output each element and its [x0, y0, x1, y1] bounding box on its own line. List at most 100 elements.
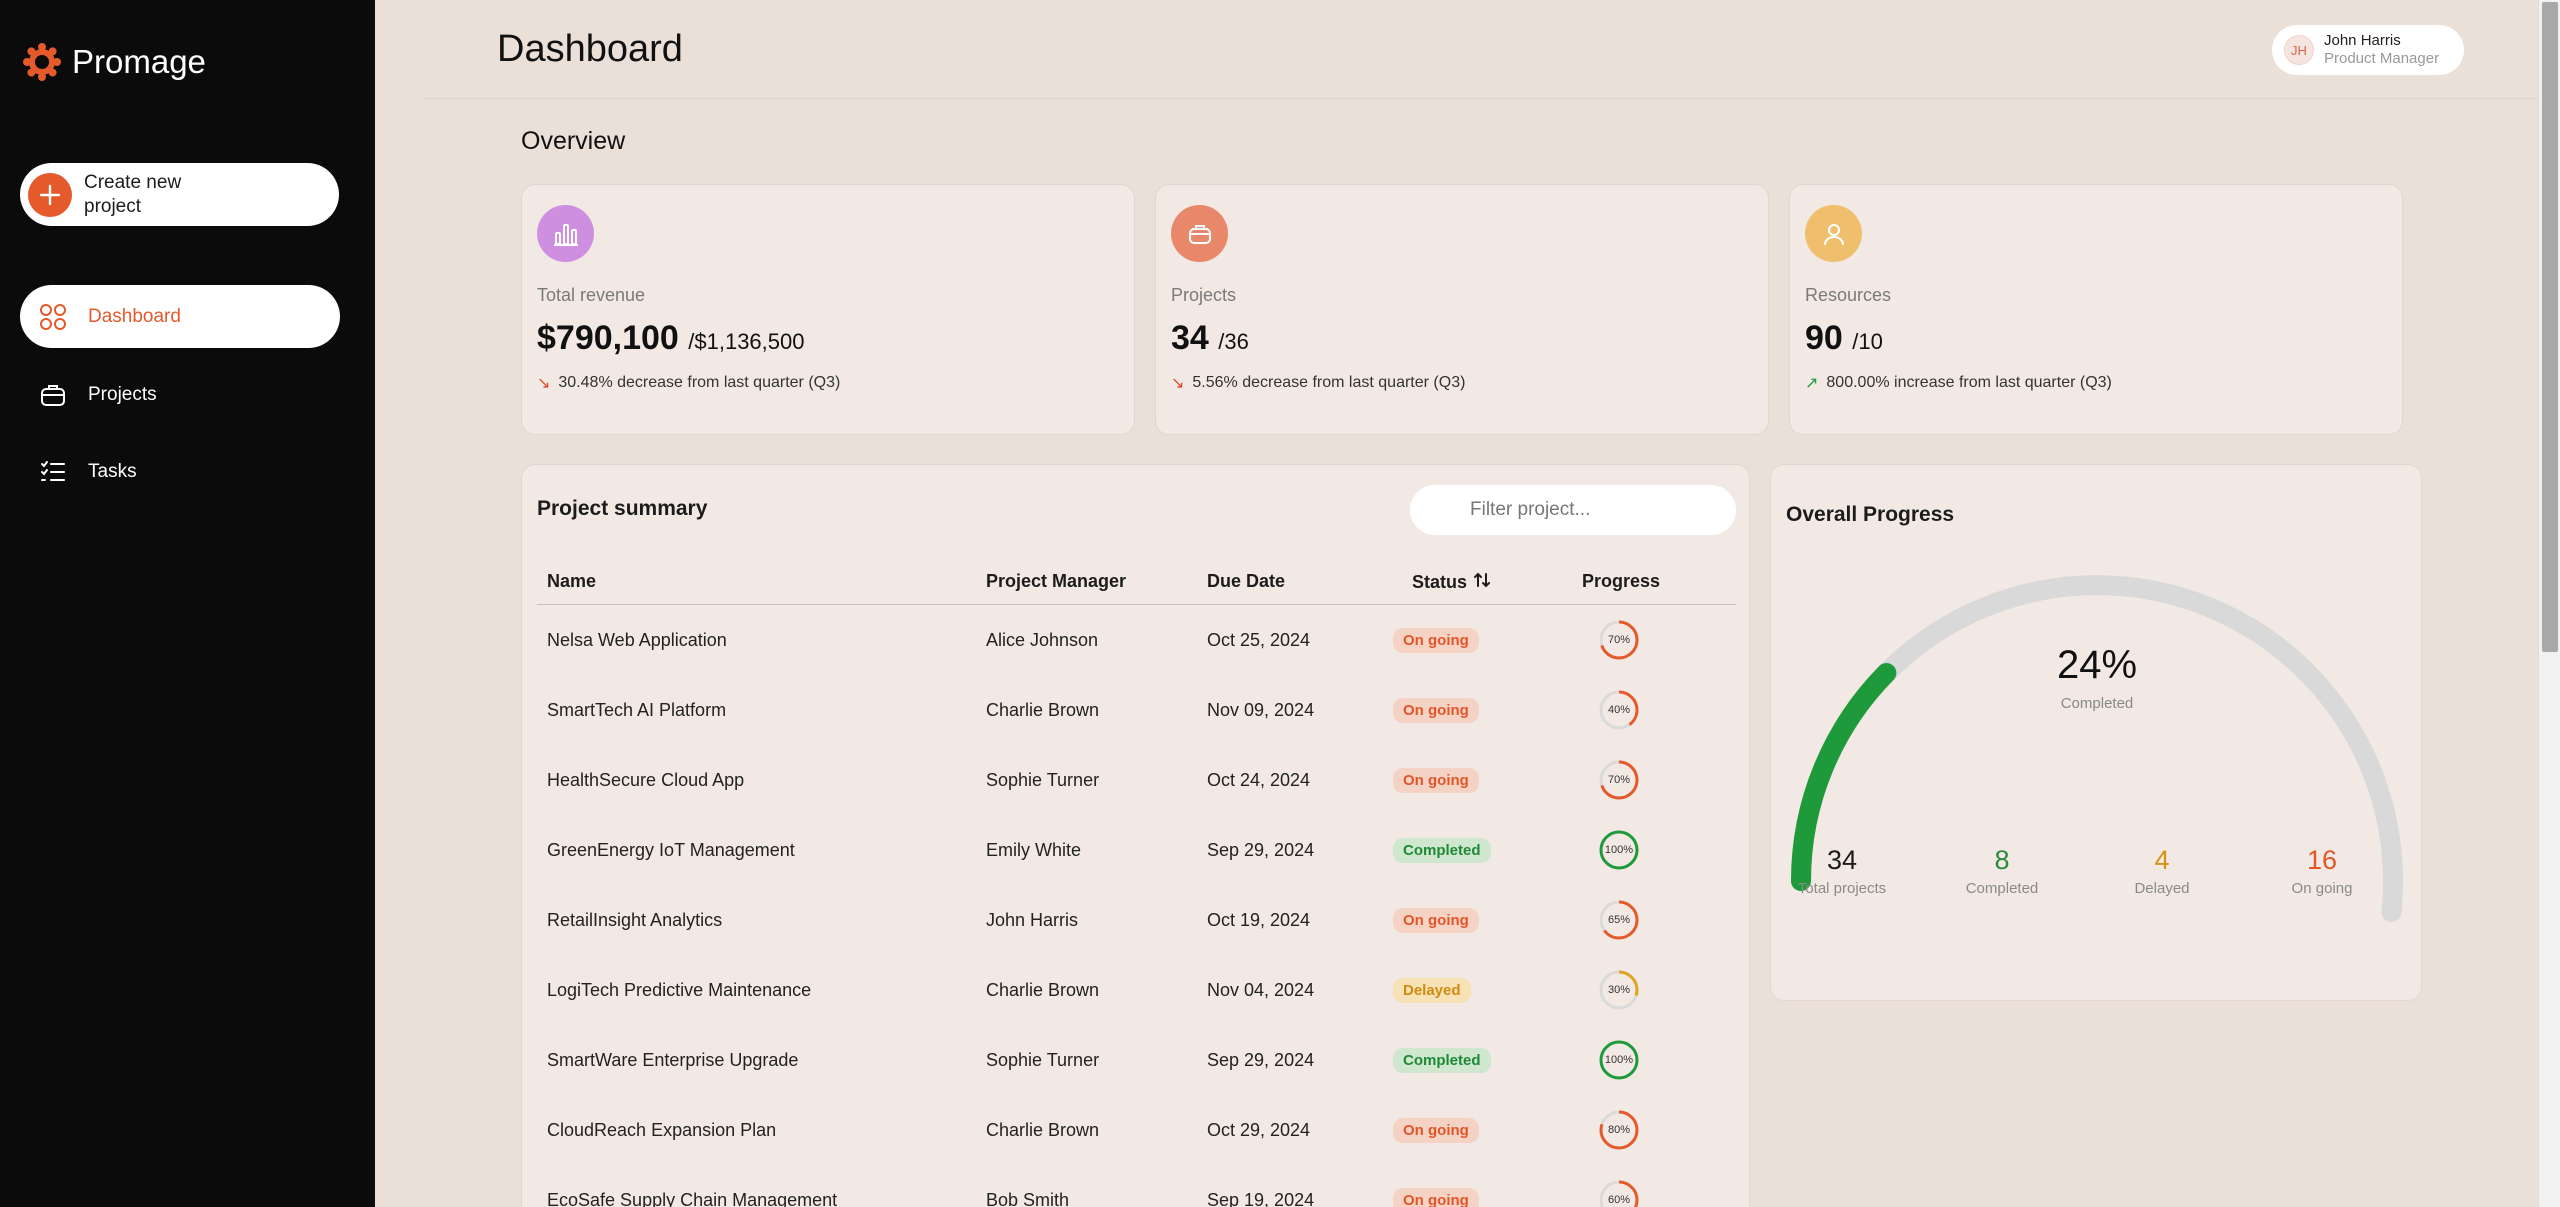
table-row[interactable]: HealthSecure Cloud App Sophie Turner Oct 2…	[537, 745, 1736, 815]
status-badge: On going	[1393, 767, 1479, 793]
project-name: GreenEnergy IoT Management	[547, 839, 795, 860]
project-name: LogiTech Predictive Maintenance	[547, 979, 812, 1000]
card-label: Resources	[1805, 285, 1892, 305]
stat-on-going: 16 On going	[2252, 845, 2392, 897]
project-name: CloudReach Expansion Plan	[547, 1119, 777, 1140]
overview-card-projects: Projects 34 /36 ↘ 5.56% decrease from las…	[1155, 184, 1769, 435]
overview-card-resources: Resources 90 /10 ↗ 800.00% increase from …	[1789, 184, 2403, 435]
project-manager: John Harris	[986, 909, 1079, 930]
user-role: Product Manager	[2324, 50, 2440, 67]
overall-percent-label: Completed	[2060, 695, 2134, 712]
table-row[interactable]: LogiTech Predictive Maintenance Charlie B…	[537, 955, 1736, 1025]
status-badge: Completed	[1393, 837, 1491, 863]
table-header: Name Project Manager Due Date Status Pro…	[537, 561, 1736, 605]
card-value: 34 /36	[1171, 319, 1249, 357]
sidebar-item-projects[interactable]: Projects	[20, 363, 340, 426]
stat-completed: 8 Completed	[1932, 845, 2072, 897]
sidebar-item-label: Tasks	[88, 460, 137, 482]
progress-ring: 70%	[1598, 619, 1640, 661]
table-row[interactable]: CloudReach Expansion Plan Charlie Brown Oc…	[537, 1095, 1736, 1165]
progress-label: 60%	[1607, 1194, 1631, 1206]
user-info: John Harris Product Manager	[2324, 32, 2439, 68]
overview-title: Overview	[521, 127, 626, 155]
page-scrollbar[interactable]	[2538, 0, 2560, 1207]
user-menu[interactable]: JH John Harris Product Manager	[2272, 25, 2464, 75]
stat-delayed: 4 Delayed	[2092, 845, 2232, 897]
due-date: Nov 09, 2024	[1207, 699, 1315, 720]
project-name: Nelsa Web Application	[547, 629, 727, 650]
status-badge: On going	[1393, 627, 1479, 653]
progress-label: 40%	[1607, 704, 1631, 716]
sort-icon[interactable]	[1473, 571, 1491, 594]
status-badge: On going	[1393, 1187, 1479, 1207]
briefcase-icon	[1171, 205, 1228, 262]
create-project-button[interactable]: Create new project	[20, 163, 339, 226]
column-due-date[interactable]: Due Date	[1207, 571, 1285, 592]
brand[interactable]: Promage	[22, 42, 206, 82]
table-row[interactable]: EcoSafe Supply Chain Management Bob Smith…	[537, 1165, 1736, 1207]
due-date: Oct 24, 2024	[1207, 769, 1311, 790]
sidebar: Promage Create new project Dashboard Pro…	[0, 0, 375, 1207]
card-change: ↘ 30.48% decrease from last quarter (Q3)	[537, 374, 841, 392]
progress-label: 70%	[1607, 774, 1631, 786]
sidebar-item-label: Projects	[88, 383, 157, 405]
scrollbar-thumb[interactable]	[2542, 2, 2558, 652]
project-summary-card: Project summary Name Project Manager Due…	[521, 464, 1750, 1207]
project-manager: Charlie Brown	[986, 699, 1100, 720]
project-manager: Sophie Turner	[986, 1049, 1100, 1070]
avatar: JH	[2284, 35, 2314, 65]
progress-label: 70%	[1607, 634, 1631, 646]
stat-value: 16	[2306, 845, 2338, 875]
table-row[interactable]: SmartWare Enterprise Upgrade Sophie Turne…	[537, 1025, 1736, 1095]
progress-label: 30%	[1607, 984, 1631, 996]
table-row[interactable]: GreenEnergy IoT Management Emily White Sep…	[537, 815, 1736, 885]
status-badge: On going	[1393, 697, 1479, 723]
table-row[interactable]: RetailInsight Analytics John Harris Oct 19…	[537, 885, 1736, 955]
status-badge: On going	[1393, 907, 1479, 933]
checklist-icon	[38, 457, 68, 487]
user-name: John Harris	[2324, 32, 2401, 49]
due-date: Oct 29, 2024	[1207, 1119, 1311, 1140]
column-progress[interactable]: Progress	[1582, 571, 1660, 592]
stat-label: Completed	[1965, 880, 2039, 897]
stat-label: On going	[2291, 880, 2353, 897]
overview-card-revenue: Total revenue $790,100 /$1,136,500 ↘ 30.4…	[521, 184, 1135, 435]
project-name: HealthSecure Cloud App	[547, 769, 745, 790]
card-change: ↗ 800.00% increase from last quarter (Q3)	[1805, 374, 2112, 392]
project-manager: Charlie Brown	[986, 979, 1100, 1000]
progress-ring: 70%	[1598, 759, 1640, 801]
trend-down-icon: ↘	[537, 375, 551, 392]
progress-label: 65%	[1607, 914, 1631, 926]
progress-gauge	[1791, 575, 2403, 922]
table-row[interactable]: Nelsa Web Application Alice Johnson Oct 25…	[537, 605, 1736, 675]
stat-label: Total projects	[1797, 880, 1887, 897]
create-project-label: Create new project	[84, 171, 182, 217]
progress-ring: 40%	[1598, 689, 1640, 731]
column-name[interactable]: Name	[547, 571, 596, 592]
project-name: SmartTech AI Platform	[547, 699, 727, 720]
sidebar-item-tasks[interactable]: Tasks	[20, 440, 340, 503]
due-date: Nov 04, 2024	[1207, 979, 1315, 1000]
column-status[interactable]: Status	[1412, 571, 1491, 594]
progress-label: 100%	[1604, 1054, 1634, 1066]
card-label: Total revenue	[537, 285, 646, 305]
bar-chart-icon	[537, 205, 594, 262]
briefcase-icon	[38, 380, 68, 410]
plus-icon	[28, 172, 72, 217]
progress-ring: 65%	[1598, 899, 1640, 941]
project-name: SmartWare Enterprise Upgrade	[547, 1049, 799, 1070]
page-title: Dashboard	[497, 28, 683, 70]
progress-label: 100%	[1604, 844, 1634, 856]
filter-project-input[interactable]	[1410, 485, 1736, 535]
due-date: Oct 25, 2024	[1207, 629, 1311, 650]
status-badge: Delayed	[1393, 977, 1471, 1003]
sidebar-item-dashboard[interactable]: Dashboard	[20, 285, 340, 348]
stat-value: 34	[1826, 845, 1858, 875]
table-row[interactable]: SmartTech AI Platform Charlie Brown Nov 09…	[537, 675, 1736, 745]
due-date: Sep 29, 2024	[1207, 839, 1315, 860]
stat-value: 4	[2154, 845, 2170, 875]
due-date: Sep 19, 2024	[1207, 1189, 1315, 1207]
project-summary-title: Project summary	[537, 497, 708, 520]
progress-ring: 80%	[1598, 1109, 1640, 1151]
column-manager[interactable]: Project Manager	[986, 571, 1126, 592]
